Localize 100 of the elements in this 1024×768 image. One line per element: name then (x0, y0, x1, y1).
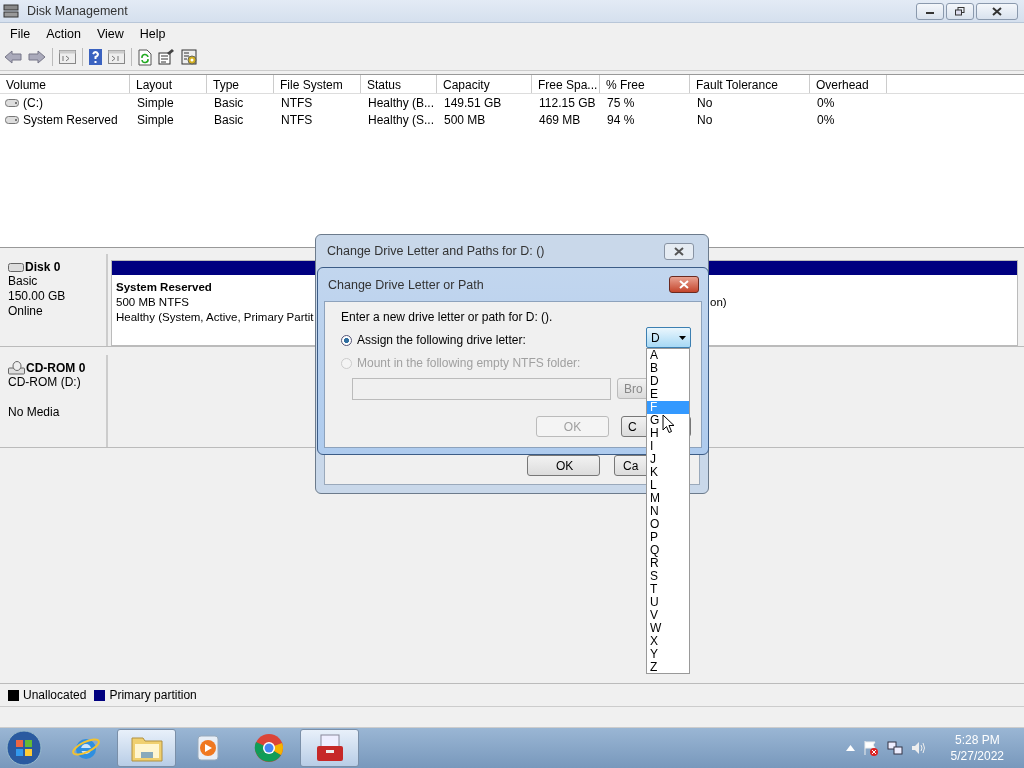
column-header[interactable]: Overhead (810, 75, 887, 93)
dropdown-option[interactable]: U (647, 596, 689, 609)
caret-icon (679, 335, 686, 340)
table-cell: No (697, 112, 713, 127)
flag-icon[interactable] (862, 740, 879, 756)
column-header[interactable]: Free Spa... (532, 75, 600, 93)
minimize-button[interactable] (916, 2, 944, 20)
dropdown-option[interactable]: W (647, 622, 689, 635)
dropdown-option[interactable]: N (647, 505, 689, 518)
table-cell: 469 MB (539, 112, 581, 127)
dropdown-option[interactable]: B (647, 362, 689, 375)
panel-icon[interactable] (59, 50, 76, 64)
column-header[interactable]: File System (274, 75, 361, 93)
dropdown-option[interactable]: Z (647, 661, 689, 674)
dialog-button[interactable]: OK (527, 455, 600, 476)
legend-label: Primary partition (109, 688, 197, 702)
table-cell: No (697, 95, 713, 110)
dropdown-option[interactable]: O (647, 518, 689, 531)
menu-item[interactable]: Help (131, 26, 174, 41)
partition-info: Healthy (System, Active, Primary Partit (116, 310, 315, 325)
table-cell: 75 % (607, 95, 635, 110)
folder-icon (130, 734, 163, 762)
table-cell: 94 % (607, 112, 635, 127)
drive-icon (5, 115, 19, 124)
toolbox-icon (314, 734, 345, 762)
table-cell: 500 MB (444, 112, 486, 127)
mouse-pointer-icon (662, 414, 675, 434)
disk-info: CD-ROM (D:) (8, 375, 82, 390)
folder-path-field[interactable] (352, 378, 611, 400)
legend-label: Unallocated (23, 688, 87, 702)
column-header[interactable]: % Free (600, 75, 690, 93)
dropdown-option[interactable]: T (647, 583, 689, 596)
column-header[interactable]: Layout (130, 75, 207, 93)
radio-button[interactable] (341, 334, 352, 346)
taskbar-app-button[interactable] (117, 729, 176, 767)
menu-item[interactable]: File (2, 26, 39, 41)
dropdown-option[interactable]: Q (647, 544, 689, 557)
dropdown-option[interactable]: V (647, 609, 689, 622)
start-button[interactable] (6, 730, 42, 766)
dropdown-option[interactable]: X (647, 635, 689, 648)
dropdown-option[interactable]: K (647, 466, 689, 479)
column-header[interactable]: Status (361, 75, 437, 93)
dropdown-option[interactable]: H (647, 427, 689, 440)
dropdown-option[interactable]: J (647, 453, 689, 466)
partition-info: on) (710, 295, 728, 310)
table-cell: Basic (214, 95, 244, 110)
dropdown-option[interactable]: Y (647, 648, 689, 661)
window-title: Disk Management (27, 4, 128, 18)
radio-option[interactable]: Assign the following drive letter: (341, 333, 526, 347)
disk-info: Online (8, 304, 44, 319)
prompt-text: Enter a new drive letter or path for D: (). (341, 310, 554, 324)
dropdown-option[interactable]: D (647, 375, 689, 388)
properties-icon[interactable] (158, 49, 175, 65)
help-icon[interactable] (89, 49, 102, 65)
disk-management-icon (3, 4, 19, 18)
drive-icon (8, 262, 24, 272)
network-icon[interactable] (886, 740, 903, 756)
play-icon (194, 734, 221, 762)
dropdown-option[interactable]: A (647, 349, 689, 362)
close-icon (679, 280, 689, 289)
drive-icon (5, 98, 19, 107)
close-button[interactable] (664, 242, 694, 260)
table-cell: 0% (817, 112, 835, 127)
disk-info: No Media (8, 405, 61, 420)
dropdown-option[interactable]: P (647, 531, 689, 544)
close-button[interactable] (669, 276, 699, 293)
dropdown-option[interactable]: S (647, 570, 689, 583)
column-header[interactable]: Type (207, 75, 274, 93)
disk-name: Disk 0 (25, 260, 61, 274)
dialog-title: Change Drive Letter or Path (328, 277, 484, 292)
column-header[interactable]: Fault Tolerance (690, 75, 810, 93)
dropdown-option[interactable]: M (647, 492, 689, 505)
dropdown-option[interactable]: E (647, 388, 689, 401)
close-icon (992, 6, 1002, 16)
close-button[interactable] (976, 2, 1018, 20)
up-arrow-icon[interactable] (845, 745, 855, 751)
taskbar-app-button[interactable] (300, 729, 359, 767)
dropdown-option[interactable]: L (647, 479, 689, 492)
menu-item[interactable]: View (88, 26, 132, 41)
disk-name: CD-ROM 0 (26, 361, 86, 375)
table-cell: Basic (214, 112, 244, 127)
dropdown-option[interactable]: G (647, 414, 689, 427)
table-cell: 149.51 GB (444, 95, 502, 110)
menu-item[interactable]: Action (38, 26, 89, 41)
restore-button[interactable] (946, 2, 974, 20)
drive-letter-dropdown[interactable]: D (646, 327, 691, 348)
table-cell: Simple (137, 95, 174, 110)
restore-icon (955, 6, 965, 16)
column-header[interactable]: Capacity (437, 75, 532, 93)
panel-icon[interactable] (108, 50, 125, 64)
column-header[interactable]: Volume (0, 75, 130, 93)
table-cell: NTFS (281, 112, 313, 127)
forward-arrow-icon[interactable] (28, 50, 46, 64)
dropdown-option[interactable]: I (647, 440, 689, 453)
table-cell: Healthy (B... (368, 95, 435, 110)
refresh-icon[interactable] (138, 48, 152, 66)
disk-info: Basic (8, 274, 39, 289)
dropdown-option[interactable]: R (647, 557, 689, 570)
back-arrow-icon[interactable] (4, 50, 22, 64)
settings-icon[interactable] (181, 48, 198, 66)
